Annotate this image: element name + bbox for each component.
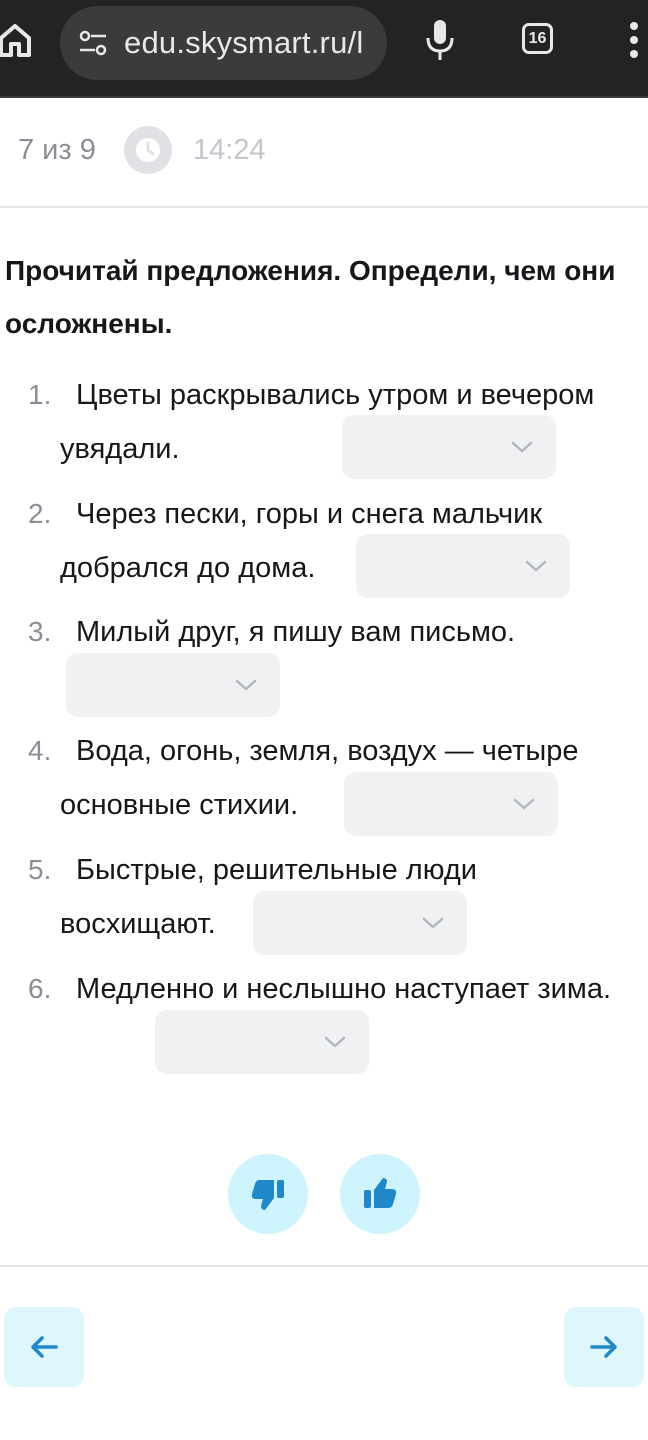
item-number: 3. xyxy=(28,616,52,647)
chevron-down-icon xyxy=(511,441,533,453)
answer-dropdown-2[interactable] xyxy=(356,534,570,598)
tab-switcher-button[interactable]: 16 xyxy=(522,23,553,54)
thumbs-down-icon xyxy=(251,1180,284,1210)
browser-toolbar: edu.skysmart.ru/l 16 xyxy=(0,0,648,98)
answer-dropdown-4[interactable] xyxy=(344,772,558,836)
chevron-down-icon xyxy=(235,679,257,691)
answer-dropdown-5[interactable] xyxy=(253,891,467,955)
thumbs-up-icon xyxy=(364,1178,397,1208)
progress-header: 7 из 9 14:24 xyxy=(0,98,648,208)
dislike-button[interactable] xyxy=(228,1154,308,1234)
like-button[interactable] xyxy=(340,1154,420,1234)
item-text: Медленно и неслышно наступает зима. xyxy=(76,973,611,1005)
item-number: 6. xyxy=(28,973,52,1004)
mic-icon[interactable] xyxy=(424,18,456,62)
more-vert-icon[interactable] xyxy=(626,20,642,60)
item-number: 2. xyxy=(28,498,52,529)
item-number: 4. xyxy=(28,735,52,766)
clock-icon xyxy=(124,126,172,174)
list-item: 3. Милый друг, я пишу вам письмо. xyxy=(28,605,640,659)
question-counter: 7 из 9 xyxy=(18,134,96,166)
item-number: 1. xyxy=(28,379,52,410)
address-bar[interactable]: edu.skysmart.ru/l xyxy=(60,6,387,80)
home-icon[interactable] xyxy=(0,22,32,58)
list-item: 6. Медленно и неслышно наступает зима. xyxy=(28,962,640,1016)
question-title: Прочитай предложения. Определи, чем они … xyxy=(5,255,616,339)
chevron-down-icon xyxy=(422,917,444,929)
url-text[interactable]: edu.skysmart.ru/l xyxy=(124,25,376,61)
timer: 14:24 xyxy=(193,134,266,166)
arrow-right-icon xyxy=(590,1336,617,1358)
arrow-left-icon xyxy=(31,1336,58,1358)
answer-dropdown-1[interactable] xyxy=(342,415,556,479)
item-number: 5. xyxy=(28,854,52,885)
divider xyxy=(0,1265,648,1267)
tune-icon[interactable] xyxy=(78,28,108,58)
next-button[interactable] xyxy=(564,1307,644,1387)
back-button[interactable] xyxy=(4,1307,84,1387)
answer-dropdown-6[interactable] xyxy=(155,1010,369,1074)
chevron-down-icon xyxy=(324,1036,346,1048)
item-text: Милый друг, я пишу вам письмо. xyxy=(76,616,516,648)
answer-dropdown-3[interactable] xyxy=(66,653,280,717)
chevron-down-icon xyxy=(525,560,547,572)
chevron-down-icon xyxy=(513,798,535,810)
